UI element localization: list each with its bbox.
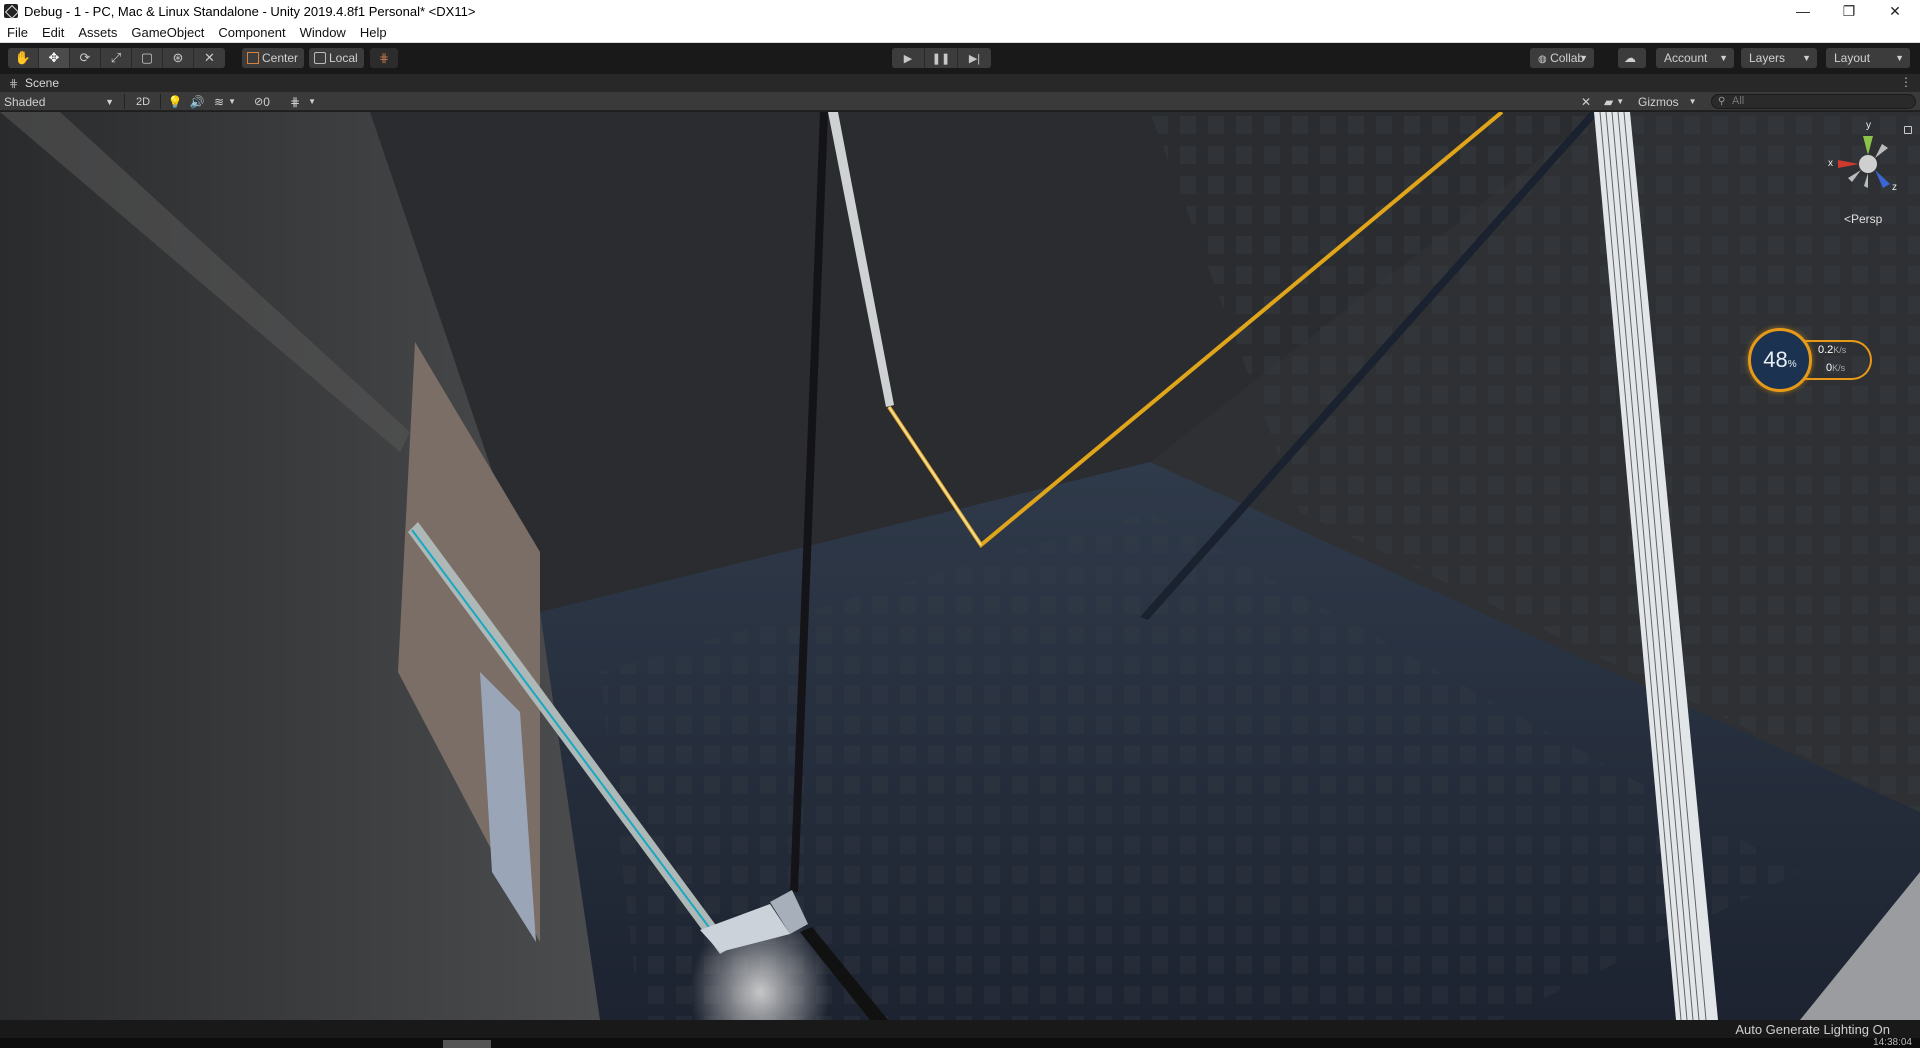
chevron-down-icon: ▼ xyxy=(1719,53,1728,63)
scene-tab-header: ⋕ Scene ⋮ xyxy=(0,74,1920,92)
menu-gameobject[interactable]: GameObject xyxy=(124,22,211,43)
kebab-menu-icon[interactable]: ⋮ xyxy=(1900,75,1912,89)
rotate-tool-icon[interactable]: ⟳ xyxy=(70,48,101,68)
chevron-down-icon: ▼ xyxy=(1895,53,1904,63)
network-monitor-widget[interactable]: ↑ 0.2K/s ↓ 0K/s 48% xyxy=(1748,328,1878,392)
scene-orientation-gizmo[interactable]: y x z <Persp xyxy=(1820,118,1912,226)
hidden-count: 0 xyxy=(263,94,270,109)
eye-slash-icon: ⊘ xyxy=(254,96,264,108)
rotation-label: Local xyxy=(329,51,358,65)
layers-label: Layers xyxy=(1749,51,1786,65)
chevron-down-icon: ▼ xyxy=(1688,97,1697,106)
close-button[interactable]: ✕ xyxy=(1872,0,1918,22)
tab-scene[interactable]: Scene xyxy=(25,76,59,90)
transform-tool-icon[interactable]: ⊛ xyxy=(163,48,194,68)
toggle-2d-button[interactable]: 2D xyxy=(130,92,156,111)
local-cube-icon xyxy=(314,52,326,64)
search-icon: ⚲ xyxy=(1718,96,1726,107)
rect-tool-icon[interactable]: ▢ xyxy=(132,48,163,68)
layout-dropdown[interactable]: Layout ▼ xyxy=(1826,48,1910,68)
custom-tool-icon[interactable]: ✕ xyxy=(194,48,225,68)
scene-view-controls: Shaded ▼ 2D 💡 🔊 ≋ ▼ ⊘ 0 ⋕ ▼ ✕ ▰ ▼ Gizmos… xyxy=(0,92,1920,111)
transform-tools: ✋ ✥ ⟳ ⤢ ▢ ⊛ ✕ xyxy=(8,48,225,68)
menu-help[interactable]: Help xyxy=(353,22,394,43)
hand-tool-icon[interactable]: ✋ xyxy=(8,48,39,68)
collab-button[interactable]: ◍ Collab ▼ xyxy=(1530,48,1594,68)
hidden-objects-toggle[interactable]: ⊘ 0 xyxy=(254,92,284,111)
taskbar-thumb[interactable] xyxy=(443,1040,491,1048)
divider xyxy=(124,94,125,109)
minimize-button[interactable]: — xyxy=(1780,0,1826,22)
camera-settings-icon[interactable]: ▰ ▼ xyxy=(1604,92,1632,111)
collab-check-icon: ◍ xyxy=(1538,54,1547,65)
title-bar: Debug - 1 - PC, Mac & Linux Standalone -… xyxy=(0,0,1920,22)
shading-mode-dropdown[interactable]: Shaded ▼ xyxy=(4,92,118,111)
chevron-down-icon: ▼ xyxy=(1802,53,1811,63)
chevron-down-icon: ▼ xyxy=(105,96,114,107)
scene-search-input[interactable]: ⚲ All xyxy=(1711,94,1916,109)
unity-logo-icon xyxy=(4,4,18,18)
usage-gauge: 48% xyxy=(1748,328,1812,392)
account-label: Account xyxy=(1664,51,1708,65)
taskbar-strip: 14:38:04 xyxy=(0,1038,1920,1048)
shading-mode-label: Shaded xyxy=(4,94,46,109)
cloud-button[interactable]: ☁ xyxy=(1618,48,1646,68)
scale-tool-icon[interactable]: ⤢ xyxy=(101,48,132,68)
axis-label-x: x xyxy=(1828,158,1833,169)
tools-settings-icon[interactable]: ✕ xyxy=(1576,92,1596,111)
search-placeholder: All xyxy=(1732,95,1745,107)
download-rate: 0K/s xyxy=(1826,362,1846,374)
menu-bar: File Edit Assets GameObject Component Wi… xyxy=(0,22,1920,43)
gizmos-label: Gizmos xyxy=(1638,94,1679,109)
maximize-button[interactable]: ❐ xyxy=(1826,0,1872,22)
divider xyxy=(160,94,161,109)
play-button[interactable]: ▶ xyxy=(892,48,925,68)
menu-file[interactable]: File xyxy=(0,22,35,43)
layout-label: Layout xyxy=(1834,51,1871,65)
scene-grid-icon: ⋕ xyxy=(9,78,19,90)
upload-rate: 0.2K/s xyxy=(1818,344,1847,356)
system-clock: 14:38:04 xyxy=(1873,1038,1912,1048)
gizmos-dropdown[interactable]: Gizmos ▼ xyxy=(1638,92,1704,111)
status-bar: Auto Generate Lighting On xyxy=(0,1020,1920,1038)
cloud-icon: ☁ xyxy=(1624,51,1636,65)
layers-dropdown[interactable]: Layers ▼ xyxy=(1741,48,1817,68)
lock-icon[interactable] xyxy=(1904,126,1912,134)
account-dropdown[interactable]: Account ▼ xyxy=(1656,48,1734,68)
axis-gizmo-icon xyxy=(1838,136,1890,188)
window-title: Debug - 1 - PC, Mac & Linux Standalone -… xyxy=(24,3,476,19)
usage-percent: 48% xyxy=(1763,347,1797,372)
scene-viewport[interactable]: y x z <Persp ↑ 0.2K/s ↓ 0K/s 48% xyxy=(0,112,1920,1020)
menu-component[interactable]: Component xyxy=(211,22,292,43)
grid-toggle-icon[interactable]: ⋕ ▼ xyxy=(290,92,328,111)
axis-label-y: y xyxy=(1866,120,1871,131)
pivot-center-button[interactable]: Center xyxy=(242,48,305,68)
lighting-toggle-icon[interactable]: 💡 xyxy=(164,92,186,111)
grid-snap-icon[interactable]: ⋕ xyxy=(370,48,398,68)
move-tool-icon[interactable]: ✥ xyxy=(39,48,70,68)
menu-edit[interactable]: Edit xyxy=(35,22,71,43)
pivot-icon xyxy=(247,52,259,64)
axis-label-z: z xyxy=(1892,182,1897,193)
main-toolbar: ✋ ✥ ⟳ ⤢ ▢ ⊛ ✕ Center Local ⋕ ▶ ❚❚ ▶| ◍ C… xyxy=(0,43,1920,74)
pivot-label: Center xyxy=(262,51,299,65)
effects-toggle-icon[interactable]: ≋ ▼ xyxy=(210,92,240,111)
pivot-local-button[interactable]: Local xyxy=(309,48,364,68)
projection-toggle[interactable]: <Persp xyxy=(1844,212,1882,226)
audio-toggle-icon[interactable]: 🔊 xyxy=(186,92,208,111)
play-controls: ▶ ❚❚ ▶| xyxy=(892,48,991,68)
menu-assets[interactable]: Assets xyxy=(71,22,124,43)
step-button[interactable]: ▶| xyxy=(958,48,991,68)
pause-button[interactable]: ❚❚ xyxy=(925,48,958,68)
lighting-status[interactable]: Auto Generate Lighting On xyxy=(1735,1022,1890,1037)
chevron-down-icon: ▼ xyxy=(1579,53,1588,63)
scene-render xyxy=(0,112,1920,1020)
menu-window[interactable]: Window xyxy=(293,22,353,43)
